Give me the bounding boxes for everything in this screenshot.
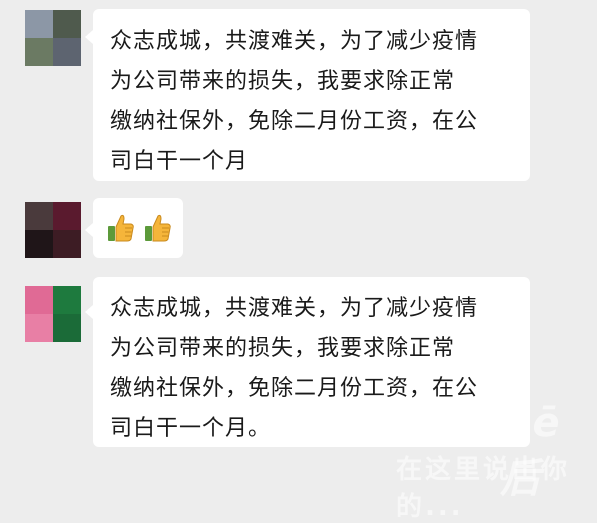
- avatar-pixel: [25, 230, 53, 258]
- message-text: 众志成城，共渡难关，为了减少疫情 为公司带来的损失，我要求除正常 缴纳社保外，免…: [110, 296, 479, 441]
- thumbs-up-icon: [107, 213, 135, 243]
- thumbs-up-icon: [144, 213, 172, 243]
- avatar-pixel: [53, 230, 81, 258]
- avatar-pixel: [53, 286, 81, 314]
- avatar[interactable]: [25, 202, 81, 258]
- avatar-pixel: [25, 314, 53, 342]
- message-bubble[interactable]: [93, 198, 183, 258]
- message-bubble[interactable]: 众志成城，共渡难关，为了减少疫情 为公司带来的损失，我要求除正常 缴纳社保外，免…: [93, 9, 530, 181]
- avatar-pixel: [25, 38, 53, 66]
- avatar-pixel: [53, 314, 81, 342]
- avatar[interactable]: [25, 286, 81, 342]
- message-bubble[interactable]: 众志成城，共渡难关，为了减少疫情 为公司带来的损失，我要求除正常 缴纳社保外，免…: [93, 277, 530, 447]
- bubble-tail: [85, 30, 93, 44]
- bubble-tail: [85, 223, 93, 237]
- avatar-pixel: [53, 38, 81, 66]
- avatar-pixel: [53, 10, 81, 38]
- avatar[interactable]: [25, 10, 81, 66]
- avatar-pixel: [25, 10, 53, 38]
- message-text: 众志成城，共渡难关，为了减少疫情 为公司带来的损失，我要求除正常 缴纳社保外，免…: [110, 29, 479, 174]
- watermark-text: 在这里说出你的...: [396, 455, 571, 522]
- avatar-pixel: [25, 286, 53, 314]
- bubble-tail: [85, 305, 93, 319]
- avatar-pixel: [25, 202, 53, 230]
- avatar-pixel: [53, 202, 81, 230]
